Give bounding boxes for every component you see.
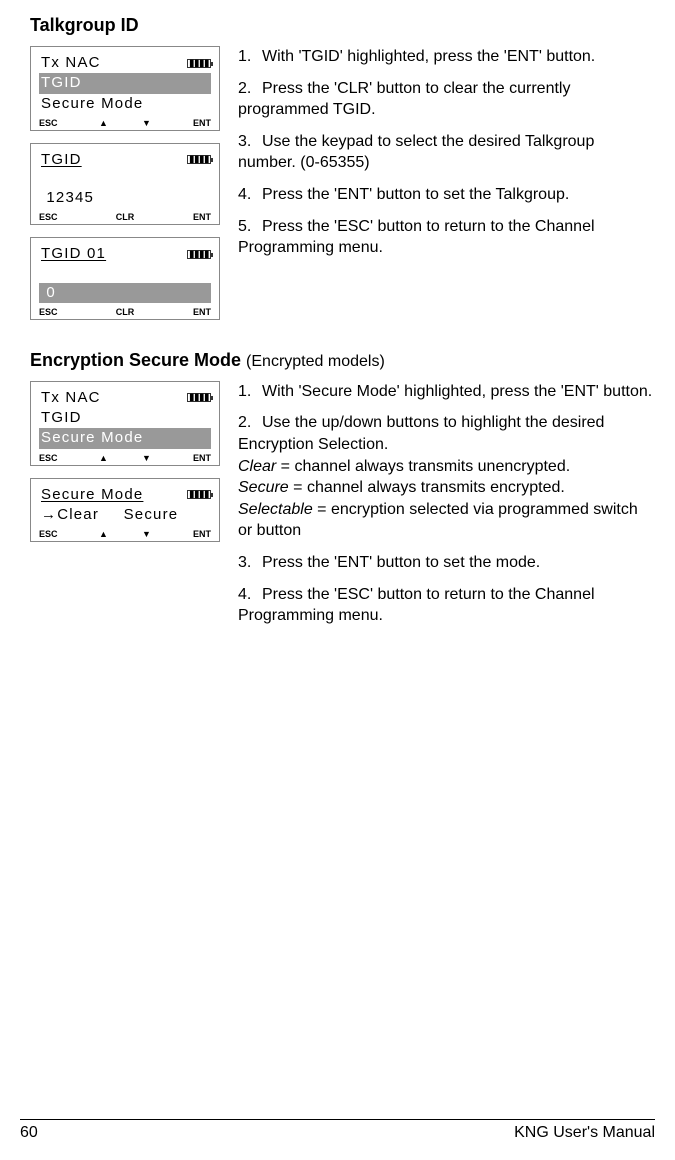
softkey-clr: CLR <box>96 212 153 222</box>
step-text: Press the 'ENT' button to set the mode. <box>262 554 540 571</box>
softkey-esc: ESC <box>39 453 82 463</box>
screen-line: →Clear <box>39 506 101 523</box>
screen-line: Secure Mode <box>39 95 145 112</box>
battery-icon: ▮▮▮▮ <box>187 393 211 402</box>
screen-line: Tx NAC <box>39 388 103 408</box>
step-number: 3. <box>238 552 262 574</box>
softkey-esc: ESC <box>39 307 96 317</box>
step-text: Press the 'ESC' button to return to the … <box>238 586 595 625</box>
heading-subtitle: (Encrypted models) <box>246 353 385 370</box>
section-heading-talkgroup: Talkgroup ID <box>30 15 655 36</box>
step-item: 5.Press the 'ESC' button to return to th… <box>238 216 655 259</box>
step-item: 4.Press the 'ENT' button to set the Talk… <box>238 184 655 206</box>
screen-tgid-value: TGID ▮▮▮▮ 12345 ESC CLR ENT <box>30 143 220 226</box>
step-text: Press the 'CLR' button to clear the curr… <box>238 80 570 119</box>
step-text: With 'Secure Mode' highlighted, press th… <box>262 383 652 400</box>
screen-tgid-01: TGID 01 ▮▮▮▮ 0 ESC CLR ENT <box>30 237 220 320</box>
option-desc: = channel always transmits encrypted. <box>289 479 565 496</box>
page-number: 60 <box>20 1124 38 1142</box>
screen-line: TGID <box>39 150 84 170</box>
screen-line-highlighted: 0 <box>39 283 211 303</box>
screen-line: 12345 <box>39 189 96 206</box>
option-name: Clear <box>238 458 276 475</box>
softkey-esc: ESC <box>39 212 96 222</box>
step-item: 2.Press the 'CLR' button to clear the cu… <box>238 78 655 121</box>
softkey-up: ▲ <box>82 118 125 128</box>
screen-line-highlighted: Secure Mode <box>39 428 211 448</box>
screen-line-highlighted: TGID <box>39 73 211 93</box>
manual-title: KNG User's Manual <box>514 1124 655 1142</box>
section2-screens: Tx NAC ▮▮▮▮ TGID Secure Mode ESC ▲ ▼ ENT… <box>30 381 220 637</box>
screen-line: TGID <box>39 409 84 426</box>
section1-screens: Tx NAC ▮▮▮▮ TGID Secure Mode ESC ▲ ▼ ENT… <box>30 46 220 320</box>
step-number: 2. <box>238 412 262 434</box>
softkey-down: ▼ <box>125 118 168 128</box>
page-footer: 60 KNG User's Manual <box>20 1119 655 1142</box>
battery-icon: ▮▮▮▮ <box>187 250 211 259</box>
step-item: 1.With 'TGID' highlighted, press the 'EN… <box>238 46 655 68</box>
step-text: Use the up/down buttons to highlight the… <box>238 414 604 453</box>
step-number: 1. <box>238 381 262 403</box>
softkeys-row: ESC CLR ENT <box>39 212 211 222</box>
step-number: 2. <box>238 78 262 100</box>
softkeys-row: ESC CLR ENT <box>39 307 211 317</box>
softkey-down: ▼ <box>125 453 168 463</box>
section-heading-encryption: Encryption Secure Mode (Encrypted models… <box>30 350 655 371</box>
softkey-down: ▼ <box>125 529 168 539</box>
heading-text: Encryption Secure Mode <box>30 350 246 370</box>
step-number: 4. <box>238 184 262 206</box>
option-desc: = channel always transmits unencrypted. <box>276 458 570 475</box>
section1-steps: 1.With 'TGID' highlighted, press the 'EN… <box>238 46 655 320</box>
softkey-ent: ENT <box>154 212 211 222</box>
softkey-ent: ENT <box>168 529 211 539</box>
softkey-esc: ESC <box>39 118 82 128</box>
step-item: 3.Use the keypad to select the desired T… <box>238 131 655 174</box>
step-text: Use the keypad to select the desired Tal… <box>238 133 594 172</box>
section2-row: Tx NAC ▮▮▮▮ TGID Secure Mode ESC ▲ ▼ ENT… <box>20 381 655 637</box>
step-number: 4. <box>238 584 262 606</box>
battery-icon: ▮▮▮▮ <box>187 490 211 499</box>
screen-line: Secure <box>106 506 181 523</box>
screen-tgid-menu: Tx NAC ▮▮▮▮ TGID Secure Mode ESC ▲ ▼ ENT <box>30 46 220 131</box>
softkeys-row: ESC ▲ ▼ ENT <box>39 118 211 128</box>
step-item: 1.With 'Secure Mode' highlighted, press … <box>238 381 655 403</box>
step-number: 1. <box>238 46 262 68</box>
softkey-up: ▲ <box>82 529 125 539</box>
screen-line: TGID 01 <box>39 244 108 264</box>
softkey-ent: ENT <box>168 453 211 463</box>
step-number: 5. <box>238 216 262 238</box>
softkeys-row: ESC ▲ ▼ ENT <box>39 529 211 539</box>
step-text: With 'TGID' highlighted, press the 'ENT'… <box>262 48 595 65</box>
softkey-esc: ESC <box>39 529 82 539</box>
screen-line: Secure Mode <box>39 485 145 505</box>
option-name: Selectable <box>238 501 313 518</box>
screen-secure-menu: Tx NAC ▮▮▮▮ TGID Secure Mode ESC ▲ ▼ ENT <box>30 381 220 466</box>
step-item: 3.Press the 'ENT' button to set the mode… <box>238 552 655 574</box>
softkey-clr: CLR <box>96 307 153 317</box>
battery-icon: ▮▮▮▮ <box>187 59 211 68</box>
step-item: 2.Use the up/down buttons to highlight t… <box>238 412 655 542</box>
screen-line: Tx NAC <box>39 53 103 73</box>
softkey-ent: ENT <box>168 118 211 128</box>
step-text: Press the 'ENT' button to set the Talkgr… <box>262 186 569 203</box>
section1-row: Tx NAC ▮▮▮▮ TGID Secure Mode ESC ▲ ▼ ENT… <box>20 46 655 320</box>
battery-icon: ▮▮▮▮ <box>187 155 211 164</box>
step-number: 3. <box>238 131 262 153</box>
softkey-ent: ENT <box>154 307 211 317</box>
section2-steps: 1.With 'Secure Mode' highlighted, press … <box>238 381 655 637</box>
screen-secure-options: Secure Mode ▮▮▮▮ →Clear Secure ESC ▲ ▼ E… <box>30 478 220 543</box>
softkey-up: ▲ <box>82 453 125 463</box>
option-name: Secure <box>238 479 289 496</box>
step-item: 4.Press the 'ESC' button to return to th… <box>238 584 655 627</box>
softkeys-row: ESC ▲ ▼ ENT <box>39 453 211 463</box>
step-text: Press the 'ESC' button to return to the … <box>238 218 595 257</box>
